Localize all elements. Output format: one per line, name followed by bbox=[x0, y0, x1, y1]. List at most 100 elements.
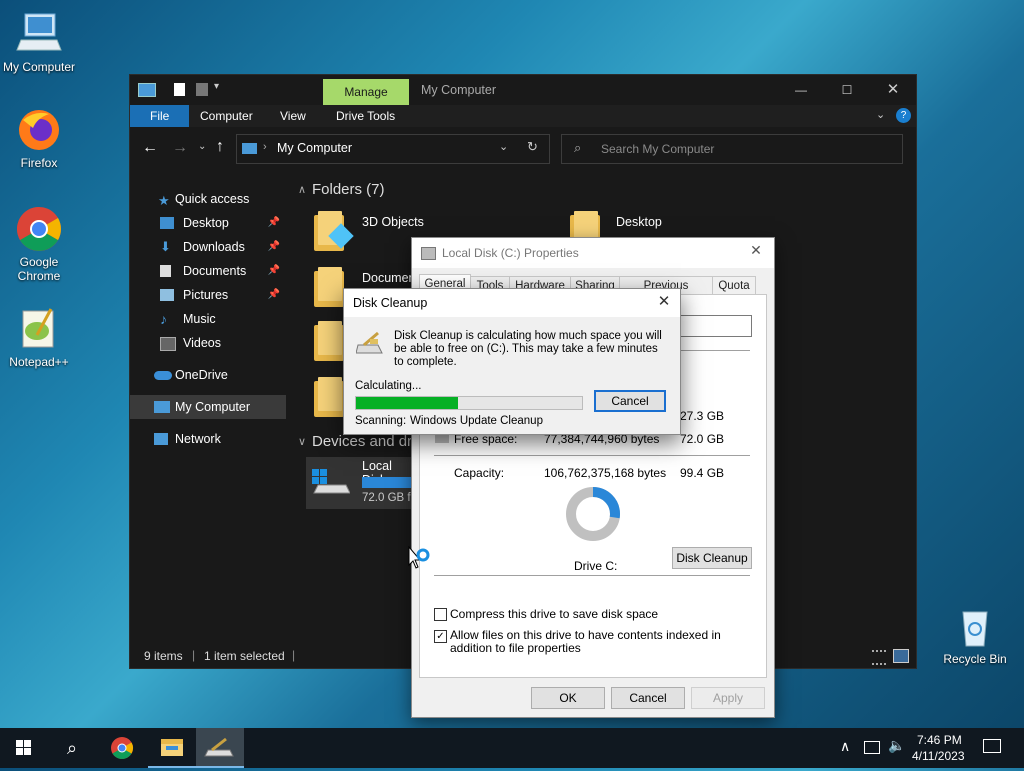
nav-quick-access[interactable]: ★ Quick access bbox=[130, 187, 286, 211]
maximize-button[interactable]: ☐ bbox=[832, 77, 862, 103]
progress-fill bbox=[356, 397, 458, 409]
start-button[interactable] bbox=[0, 728, 48, 768]
close-button[interactable]: ✕ bbox=[878, 77, 908, 103]
tab-view[interactable]: View bbox=[268, 105, 318, 127]
disk-cleanup-taskbar-icon[interactable] bbox=[196, 728, 244, 768]
pin-icon[interactable]: 📌 bbox=[268, 259, 280, 283]
button-label: Disk Cleanup bbox=[676, 551, 748, 565]
pin-icon[interactable]: 📌 bbox=[268, 235, 280, 259]
dialog-close-button[interactable]: ✕ bbox=[744, 242, 768, 264]
desktop-icon-notepadpp[interactable]: Notepad++ bbox=[0, 305, 78, 369]
index-checkbox[interactable]: ✓ bbox=[434, 630, 447, 643]
nav-my-computer[interactable]: My Computer bbox=[130, 395, 286, 419]
disk-cleanup-button[interactable]: Disk Cleanup bbox=[672, 547, 752, 569]
windows-drive-icon bbox=[312, 469, 351, 495]
clock-time[interactable]: 7:46 PM bbox=[917, 733, 962, 747]
large-icons-view-icon[interactable] bbox=[893, 649, 909, 663]
search-box[interactable]: ⌕ Search My Computer bbox=[561, 134, 903, 164]
ribbon-expand-icon[interactable]: ⌄ bbox=[876, 108, 885, 121]
nav-network[interactable]: Network bbox=[130, 427, 286, 451]
file-explorer-taskbar-icon[interactable] bbox=[148, 728, 196, 768]
nav-desktop[interactable]: Desktop 📌 bbox=[130, 211, 286, 235]
tab-computer-label: Computer bbox=[200, 109, 253, 123]
capacity-bytes: 106,762,375,168 bytes bbox=[544, 466, 667, 480]
back-arrow-icon[interactable]: ← bbox=[142, 139, 158, 157]
address-bar[interactable]: › My Computer ⌄ ↻ bbox=[236, 134, 550, 164]
drive-name-field[interactable] bbox=[670, 315, 752, 337]
status-separator: | bbox=[192, 648, 196, 662]
desktop-icon-label: Google Chrome bbox=[17, 255, 61, 283]
chrome-taskbar-icon[interactable] bbox=[98, 728, 146, 768]
recent-locations-icon[interactable]: ⌄ bbox=[198, 141, 206, 152]
forward-arrow-icon[interactable]: → bbox=[172, 139, 188, 157]
show-hidden-icons-icon[interactable]: ∧ bbox=[840, 738, 850, 755]
nav-label: Pictures bbox=[183, 288, 229, 302]
desktop-icon-chrome[interactable]: Google Chrome bbox=[0, 205, 78, 283]
pin-icon[interactable]: 📌 bbox=[268, 283, 280, 307]
cancel-button[interactable]: Cancel bbox=[611, 687, 685, 709]
scanning-label: Scanning: bbox=[355, 415, 407, 427]
desktop-icon-label: My Computer bbox=[2, 60, 76, 74]
nav-music[interactable]: ♪ Music bbox=[130, 307, 286, 331]
dialog-title-bar: Local Disk (C:) Properties ✕ bbox=[412, 238, 774, 268]
search-icon[interactable]: ⌕ bbox=[48, 728, 96, 768]
cloud-icon bbox=[154, 371, 172, 380]
cleanup-cancel-button[interactable]: Cancel bbox=[594, 390, 666, 412]
help-icon[interactable]: ? bbox=[896, 108, 911, 123]
minimize-button[interactable]: — bbox=[786, 77, 816, 103]
ribbon-bar: File Computer View Drive Tools ⌄ ? bbox=[130, 105, 916, 127]
tab-quota[interactable]: Quota bbox=[712, 276, 756, 295]
volume-icon[interactable]: 🔈 bbox=[888, 737, 905, 754]
collapse-chevron-icon[interactable]: ∨ bbox=[298, 435, 306, 448]
nav-onedrive[interactable]: OneDrive bbox=[130, 363, 286, 387]
computer-icon bbox=[15, 10, 63, 58]
computer-icon bbox=[242, 143, 257, 154]
nav-videos[interactable]: Videos bbox=[130, 331, 286, 355]
capacity-label: Capacity: bbox=[454, 466, 505, 480]
address-dropdown-icon[interactable]: ⌄ bbox=[499, 140, 508, 153]
ok-button[interactable]: OK bbox=[531, 687, 605, 709]
button-label: Cancel bbox=[611, 394, 649, 408]
drive-c-label: Drive C: bbox=[574, 559, 618, 573]
nav-pictures[interactable]: Pictures 📌 bbox=[130, 283, 286, 307]
nav-label: OneDrive bbox=[175, 368, 228, 382]
desktop-icon-recycle-bin[interactable]: Recycle Bin bbox=[936, 602, 1014, 666]
qat-dropdown-icon[interactable]: ▾ bbox=[214, 81, 219, 92]
details-view-icon[interactable] bbox=[872, 650, 886, 665]
tab-label: Quota bbox=[718, 280, 750, 292]
drive-item-c[interactable]: Local Disk 72.0 GB fr bbox=[306, 457, 416, 509]
refresh-icon[interactable]: ↻ bbox=[527, 139, 538, 155]
collapse-chevron-icon[interactable]: ∧ bbox=[298, 183, 306, 196]
button-label: OK bbox=[559, 691, 577, 705]
manage-tab[interactable]: Manage bbox=[323, 79, 409, 105]
clock-date[interactable]: 4/11/2023 bbox=[912, 749, 965, 763]
index-label: Allow files on this drive to have conten… bbox=[450, 628, 721, 655]
cleanup-message: Disk Cleanup is calculating how much spa… bbox=[394, 330, 662, 368]
selection-count: 1 item selected bbox=[204, 649, 285, 663]
pin-icon[interactable]: 📌 bbox=[268, 211, 280, 235]
pictures-icon bbox=[160, 289, 174, 301]
compress-checkbox[interactable] bbox=[434, 608, 447, 621]
nav-label: Quick access bbox=[175, 192, 250, 206]
tab-drive-tools[interactable]: Drive Tools bbox=[324, 105, 407, 127]
nav-documents[interactable]: Documents 📌 bbox=[130, 259, 286, 283]
nav-downloads[interactable]: ⬇ Downloads 📌 bbox=[130, 235, 286, 259]
network-tray-icon[interactable] bbox=[864, 741, 880, 754]
tab-file[interactable]: File bbox=[130, 105, 190, 127]
cleanup-close-button[interactable]: ✕ bbox=[652, 292, 676, 314]
notifications-icon[interactable] bbox=[983, 739, 1001, 753]
computer-icon bbox=[138, 83, 156, 97]
tab-file-label: File bbox=[150, 109, 170, 123]
desktop-icon-my-computer[interactable]: My Computer bbox=[0, 10, 78, 74]
drive-free-text: 72.0 GB fr bbox=[362, 492, 415, 504]
firefox-icon bbox=[15, 106, 63, 154]
properties-quick-icon[interactable] bbox=[174, 83, 185, 96]
new-folder-quick-icon[interactable] bbox=[196, 83, 208, 96]
desktop-icon-firefox[interactable]: Firefox bbox=[0, 106, 78, 170]
folder-label: 3D Objects bbox=[362, 215, 424, 229]
tab-computer[interactable]: Computer bbox=[188, 105, 265, 127]
apply-button[interactable]: Apply bbox=[691, 687, 765, 709]
notepadpp-icon bbox=[15, 305, 63, 353]
up-arrow-icon[interactable]: ↑ bbox=[216, 138, 224, 156]
disk-cleanup-dialog: Disk Cleanup ✕ Disk Cleanup is calculati… bbox=[343, 288, 681, 435]
